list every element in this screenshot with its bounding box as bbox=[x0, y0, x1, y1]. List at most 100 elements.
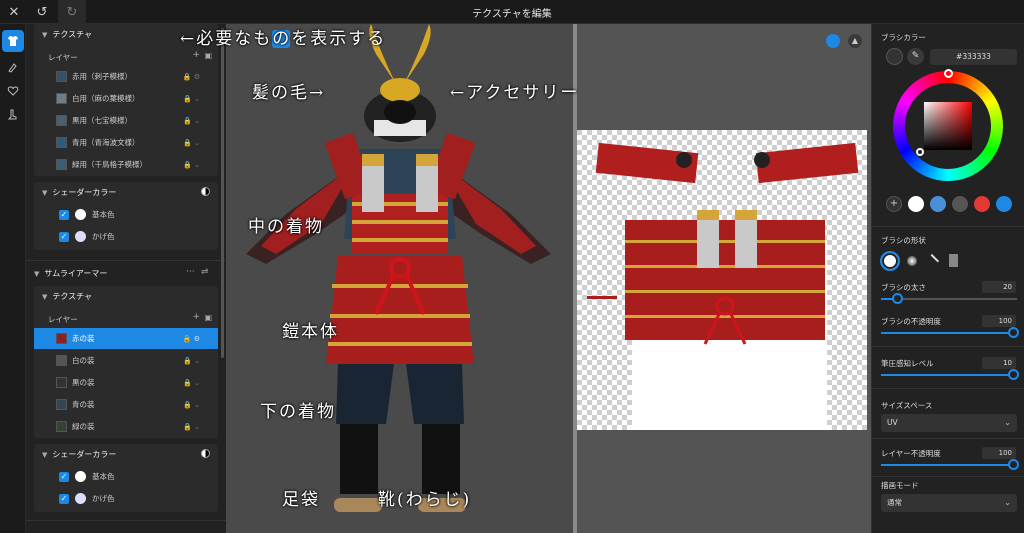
checkbox-checked[interactable]: ✓ bbox=[59, 471, 69, 482]
left-panel-scrollbar[interactable] bbox=[221, 28, 224, 358]
boot-icon[interactable] bbox=[2, 104, 24, 126]
palette-swatch[interactable] bbox=[952, 196, 968, 212]
shader-toggle-icon[interactable] bbox=[201, 187, 210, 196]
brush-icon[interactable] bbox=[2, 56, 24, 78]
annotation-armor-body: 鎧本体 bbox=[282, 322, 339, 342]
pressure-input[interactable]: 10 bbox=[982, 357, 1016, 369]
layer-row[interactable]: 青用（青海波文様） 🔒 ⌄ bbox=[34, 132, 218, 153]
draw-mode-dropdown[interactable]: 通常 ⌄ bbox=[881, 494, 1017, 512]
outfit-title[interactable]: ▼ サムライアーマー bbox=[34, 268, 107, 279]
checkbox-checked[interactable]: ✓ bbox=[59, 209, 69, 220]
color-handle[interactable] bbox=[916, 148, 924, 156]
lock-chevron-icons[interactable]: 🔒 ⌄ bbox=[183, 95, 200, 103]
layer-row[interactable]: 白の装 🔒 ⌄ bbox=[34, 350, 218, 371]
palette-swatch[interactable] bbox=[974, 196, 990, 212]
layer-row-selected[interactable]: 赤の装 🔒 ⚙ bbox=[34, 328, 218, 349]
brush-shape-texture[interactable] bbox=[949, 254, 958, 267]
brush-opacity-label: ブラシの不透明度 bbox=[881, 317, 941, 326]
brush-shape-line[interactable] bbox=[924, 253, 940, 269]
divider bbox=[872, 388, 1024, 389]
color-swatch[interactable] bbox=[75, 231, 86, 242]
palette-swatch[interactable] bbox=[996, 196, 1012, 212]
draw-mode-label: 描画モード bbox=[881, 481, 919, 490]
lock-visibility-icons[interactable]: 🔒 ⚙ bbox=[183, 335, 200, 343]
checkbox-checked[interactable]: ✓ bbox=[59, 231, 69, 242]
add-color-icon[interactable]: + bbox=[886, 196, 902, 212]
add-layer-icon[interactable]: + bbox=[192, 312, 200, 322]
lock-visibility-icons[interactable]: 🔒 ⚙ bbox=[183, 73, 200, 81]
layer-row[interactable]: 黒用（七宝模様） 🔒 ⌄ bbox=[34, 110, 218, 131]
more-icon[interactable]: ··· bbox=[186, 267, 195, 277]
shader-header-1[interactable]: ▼ シェーダーカラー bbox=[42, 187, 116, 198]
texture-header-1[interactable]: ▼ テクスチャ bbox=[42, 29, 92, 40]
hue-wheel[interactable] bbox=[893, 69, 1003, 181]
lock-chevron-icons[interactable]: 🔒 ⌄ bbox=[183, 139, 200, 147]
folder-icon[interactable]: ▣ bbox=[204, 313, 212, 322]
right-panel: ブラシカラー ✎ #333333 + ブラシの形状 ブラシの太さ 20 ブラシの… bbox=[871, 24, 1024, 533]
shirt-icon[interactable] bbox=[2, 30, 24, 52]
pressure-slider[interactable] bbox=[881, 369, 1019, 380]
hex-input[interactable]: #333333 bbox=[930, 49, 1017, 65]
eyedropper-icon[interactable]: ✎ bbox=[907, 48, 924, 65]
shader-row[interactable]: ✓ 基本色 bbox=[34, 466, 218, 487]
lock-chevron-icons[interactable]: 🔒 ⌄ bbox=[183, 423, 200, 431]
shader-row[interactable]: ✓ かげ色 bbox=[34, 226, 218, 247]
chevron-down-icon: ⌄ bbox=[1004, 418, 1011, 427]
saturation-square[interactable] bbox=[924, 102, 972, 150]
shader-header-2[interactable]: ▼ シェーダーカラー bbox=[42, 449, 116, 460]
shader-toggle-icon[interactable] bbox=[201, 449, 210, 458]
lock-chevron-icons[interactable]: 🔒 ⌄ bbox=[183, 379, 200, 387]
grid-view-icon[interactable] bbox=[826, 34, 840, 48]
shader-row[interactable]: ✓ 基本色 bbox=[34, 204, 218, 225]
brush-shape-soft[interactable] bbox=[907, 256, 917, 266]
layer-thumbnail bbox=[56, 377, 67, 388]
chevron-down-icon: ▼ bbox=[42, 292, 48, 301]
layer-row[interactable]: 緑用（千鳥格子模様） 🔒 ⌄ bbox=[34, 154, 218, 175]
layer-opacity-input[interactable]: 100 bbox=[982, 447, 1016, 459]
chevron-down-icon: ⌄ bbox=[1004, 498, 1011, 507]
folder-icon[interactable]: ▣ bbox=[204, 51, 212, 60]
lock-chevron-icons[interactable]: 🔒 ⌄ bbox=[183, 357, 200, 365]
lock-chevron-icons[interactable]: 🔒 ⌄ bbox=[183, 401, 200, 409]
pressure-label: 筆圧感知レベル bbox=[881, 359, 934, 368]
hue-handle[interactable] bbox=[944, 69, 953, 78]
texture-header-2[interactable]: ▼ テクスチャ bbox=[42, 291, 92, 302]
layer-row[interactable]: 青の装 🔒 ⌄ bbox=[34, 394, 218, 415]
color-swatch[interactable] bbox=[75, 493, 86, 504]
top-bar: ✕ ↺ ↻ テクスチャを編集 bbox=[0, 0, 1024, 24]
layer-thumbnail bbox=[56, 355, 67, 366]
layer-thumbnail bbox=[56, 71, 67, 82]
brush-opacity-input[interactable]: 100 bbox=[982, 315, 1016, 327]
chevron-down-icon: ▼ bbox=[42, 450, 48, 459]
layer-row[interactable]: 黒の装 🔒 ⌄ bbox=[34, 372, 218, 393]
annotation-lower-kimono: 下の着物 bbox=[260, 402, 336, 422]
color-swatch[interactable] bbox=[75, 209, 86, 220]
settings-sliders-icon[interactable]: ⇌ bbox=[201, 267, 209, 277]
layer-opacity-slider[interactable] bbox=[881, 459, 1019, 470]
brush-size-slider[interactable] bbox=[881, 293, 1017, 304]
layer-thumbnail bbox=[56, 421, 67, 432]
palette-swatch[interactable] bbox=[930, 196, 946, 212]
size-space-dropdown[interactable]: UV ⌄ bbox=[881, 414, 1017, 432]
lock-chevron-icons[interactable]: 🔒 ⌄ bbox=[183, 117, 200, 125]
brush-shape-round[interactable] bbox=[880, 251, 900, 271]
layer-thumbnail bbox=[56, 159, 67, 170]
lock-chevron-icons[interactable]: 🔒 ⌄ bbox=[183, 161, 200, 169]
add-layer-icon[interactable]: + bbox=[192, 50, 200, 60]
brush-size-input[interactable]: 20 bbox=[982, 281, 1016, 293]
color-swatch[interactable] bbox=[75, 471, 86, 482]
mountain-view-icon[interactable]: ▲ bbox=[848, 34, 862, 48]
uv-viewport[interactable]: ▲ bbox=[577, 24, 871, 533]
layer-row[interactable]: 赤用（刺子模様） 🔒 ⚙ bbox=[34, 66, 218, 87]
current-color-swatch[interactable] bbox=[886, 48, 903, 65]
divider bbox=[872, 346, 1024, 347]
left-panel: ▼ テクスチャ レイヤー + ▣ 赤用（刺子模様） 🔒 ⚙ 白用（麻の葉模様） 🔒 ⌄… bbox=[26, 24, 226, 533]
layer-row[interactable]: 白用（麻の葉模様） 🔒 ⌄ bbox=[34, 88, 218, 109]
palette-swatch[interactable] bbox=[908, 196, 924, 212]
shader-row[interactable]: ✓ かげ色 bbox=[34, 488, 218, 509]
brush-opacity-slider[interactable] bbox=[881, 327, 1019, 338]
checkbox-checked[interactable]: ✓ bbox=[59, 493, 69, 504]
heart-icon[interactable] bbox=[2, 80, 24, 102]
layer-row[interactable]: 緑の装 🔒 ⌄ bbox=[34, 416, 218, 437]
texture-section-2: ▼ テクスチャ レイヤー + ▣ 赤の装 🔒 ⚙ 白の装 🔒 ⌄ 黒の装 🔒 ⌄ 青の装… bbox=[34, 286, 218, 438]
